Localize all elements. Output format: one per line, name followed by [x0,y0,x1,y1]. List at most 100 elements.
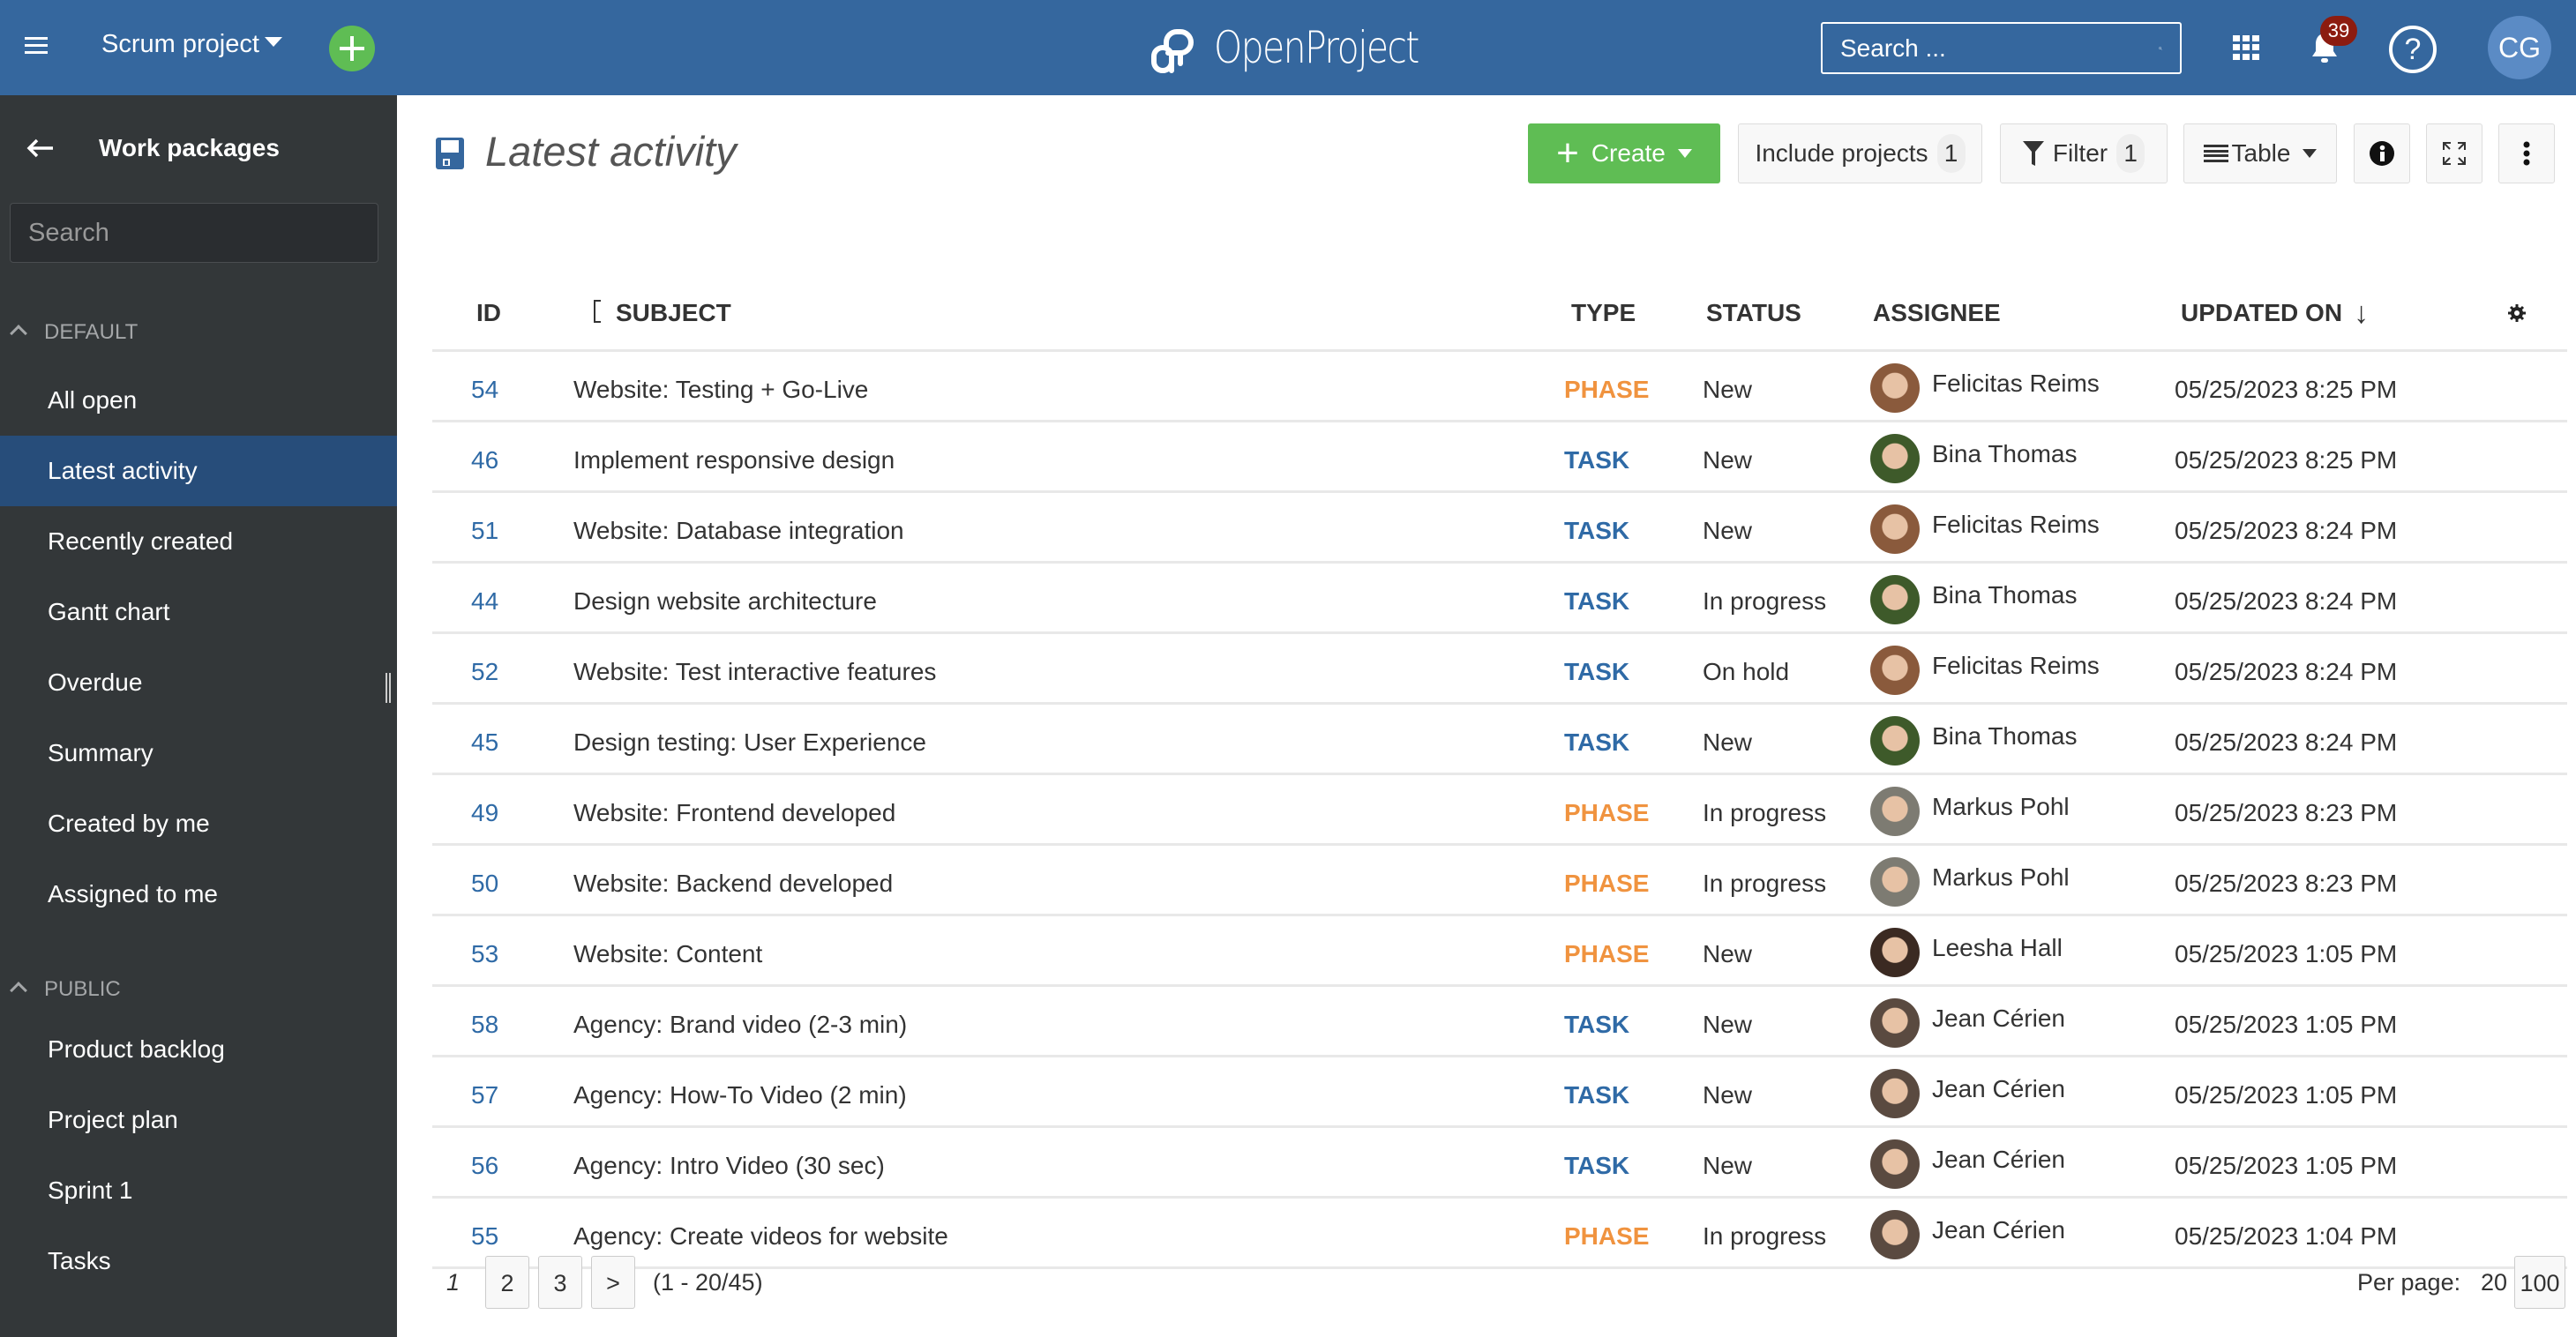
menu-icon[interactable] [25,37,48,56]
assignee-name[interactable]: Leesha Hall [1932,916,2063,980]
column-header-id[interactable]: ID [476,272,501,349]
sidebar-item-sprint-1[interactable]: Sprint 1 [0,1155,397,1226]
assignee-avatar[interactable] [1870,787,1920,836]
table-row[interactable]: 58 Agency: Brand video (2-3 min) TASK New Je… [432,987,2567,1057]
column-header-subject[interactable]: SUBJECT [616,272,731,349]
assignee-avatar[interactable] [1870,1139,1920,1189]
work-package-id-link[interactable]: 57 [471,1057,498,1128]
work-package-status[interactable]: In progress [1703,564,1826,634]
table-row[interactable]: 57 Agency: How-To Video (2 min) TASK New Jea… [432,1057,2567,1128]
sidebar-item-project-plan[interactable]: Project plan [0,1085,397,1155]
work-package-status[interactable]: New [1703,1128,1752,1199]
work-package-id-link[interactable]: 45 [471,705,498,775]
work-package-id-link[interactable]: 53 [471,916,498,987]
work-package-status[interactable]: In progress [1703,846,1826,916]
create-button[interactable]: + Create [1528,123,1720,183]
include-projects-button[interactable]: Include projects 1 [1738,123,1982,183]
sidebar-item-recently-created[interactable]: Recently created [0,506,397,577]
table-row[interactable]: 52 Website: Test interactive features TASK… [432,634,2567,705]
table-row[interactable]: 54 Website: Testing + Go-Live PHASE New Feli… [432,352,2567,422]
work-package-id-link[interactable]: 51 [471,493,498,564]
pagination-next[interactable]: > [591,1256,635,1309]
sidebar-item-overdue[interactable]: Overdue [0,647,397,718]
help-icon[interactable]: ? [2389,26,2437,73]
pagination-page-3[interactable]: 3 [538,1256,582,1309]
work-package-subject[interactable]: Agency: Intro Video (30 sec) [573,1128,885,1199]
assignee-avatar[interactable] [1870,716,1920,766]
project-selector[interactable]: Scrum project [101,30,282,59]
work-package-id-link[interactable]: 56 [471,1128,498,1199]
work-package-status[interactable]: New [1703,352,1752,422]
sidebar-item-assigned-to-me[interactable]: Assigned to me [0,859,397,930]
work-package-status[interactable]: New [1703,705,1752,775]
assignee-avatar[interactable] [1870,646,1920,695]
work-package-subject[interactable]: Website: Database integration [573,493,904,564]
notification-count-badge[interactable]: 39 [2320,16,2357,46]
column-header-assignee[interactable]: ASSIGNEE [1873,272,2001,349]
pagination-page-2[interactable]: 2 [485,1256,529,1309]
more-options-button[interactable] [2498,123,2555,183]
assignee-name[interactable]: Jean Cérien [1932,1199,2065,1262]
assignee-name[interactable]: Jean Cérien [1932,1128,2065,1191]
sidebar-item-product-backlog[interactable]: Product backlog [0,1014,397,1085]
work-package-status[interactable]: New [1703,987,1752,1057]
work-package-status[interactable]: New [1703,916,1752,987]
modules-grid-icon[interactable] [2233,35,2259,60]
work-package-subject[interactable]: Agency: Brand video (2-3 min) [573,987,907,1057]
assignee-name[interactable]: Bina Thomas [1932,705,2077,768]
table-row[interactable]: 49 Website: Frontend developed PHASE In pro… [432,775,2567,846]
add-button[interactable] [329,26,375,71]
assignee-avatar[interactable] [1870,434,1920,483]
work-package-id-link[interactable]: 46 [471,422,498,493]
work-package-subject[interactable]: Design website architecture [573,564,877,634]
work-package-subject[interactable]: Design testing: User Experience [573,705,926,775]
sort-descending-icon[interactable]: ↓ [2354,272,2369,349]
sidebar-resize-handle[interactable] [386,673,391,703]
table-row[interactable]: 45 Design testing: User Experience TASK New… [432,705,2567,775]
sidebar-item-all-open[interactable]: All open [0,365,397,436]
work-package-status[interactable]: New [1703,422,1752,493]
work-package-subject[interactable]: Website: Testing + Go-Live [573,352,868,422]
user-avatar[interactable]: CG [2488,16,2551,79]
column-header-type[interactable]: TYPE [1571,272,1636,349]
sidebar-search[interactable] [10,203,378,263]
assignee-avatar[interactable] [1870,1069,1920,1118]
work-package-status[interactable]: In progress [1703,775,1826,846]
assignee-avatar[interactable] [1870,504,1920,554]
sidebar-search-input[interactable] [28,218,361,248]
fullscreen-button[interactable] [2426,123,2482,183]
assignee-name[interactable]: Markus Pohl [1932,846,2070,909]
assignee-name[interactable]: Bina Thomas [1932,564,2077,627]
assignee-avatar[interactable] [1870,857,1920,907]
work-package-id-link[interactable]: 52 [471,634,498,705]
search-icon[interactable] [2159,35,2162,62]
work-package-subject[interactable]: Agency: How-To Video (2 min) [573,1057,907,1128]
view-mode-button[interactable]: Table [2183,123,2337,183]
sidebar-item-gantt-chart[interactable]: Gantt chart [0,577,397,647]
assignee-avatar[interactable] [1870,575,1920,624]
assignee-name[interactable]: Jean Cérien [1932,987,2065,1050]
sidebar-item-latest-activity[interactable]: Latest activity [0,436,397,506]
table-row[interactable]: 51 Website: Database integration TASK New Fe… [432,493,2567,564]
work-package-subject[interactable]: Website: Backend developed [573,846,893,916]
work-package-status[interactable]: New [1703,1057,1752,1128]
per-page-option-20[interactable]: 20 [2481,1256,2507,1309]
work-package-status[interactable]: New [1703,493,1752,564]
work-package-id-link[interactable]: 58 [471,987,498,1057]
global-search[interactable] [1821,22,2182,74]
sidebar-item-tasks[interactable]: Tasks [0,1226,397,1296]
sidebar-item-created-by-me[interactable]: Created by me [0,788,397,859]
save-icon[interactable] [436,138,464,169]
table-row[interactable]: 56 Agency: Intro Video (30 sec) TASK New Jea… [432,1128,2567,1199]
table-row[interactable]: 53 Website: Content PHASE New Leesha Hall 05/… [432,916,2567,987]
table-row[interactable]: 50 Website: Backend developed PHASE In prog… [432,846,2567,916]
logo[interactable]: OpenProject [1147,14,1464,81]
work-package-subject[interactable]: Website: Frontend developed [573,775,895,846]
work-package-subject[interactable]: Implement responsive design [573,422,895,493]
hierarchy-toggle-icon[interactable] [594,300,601,323]
work-package-id-link[interactable]: 50 [471,846,498,916]
back-arrow-icon[interactable] [26,138,55,159]
per-page-option-100[interactable]: 100 [2514,1256,2565,1309]
column-header-updated-on[interactable]: UPDATED ON [2181,272,2342,349]
assignee-avatar[interactable] [1870,928,1920,977]
